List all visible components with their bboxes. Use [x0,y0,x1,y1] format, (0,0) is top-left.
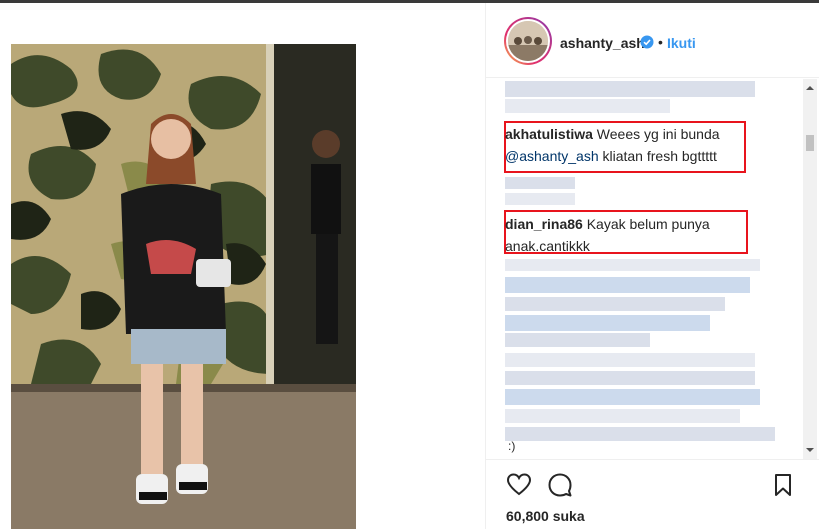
blurred-comment [505,389,760,405]
blurred-comment [505,333,650,347]
username[interactable]: ashanty_ash [560,35,645,51]
post-photo[interactable] [11,44,356,529]
scrollbar-thumb[interactable] [806,135,814,151]
post-actions: 60,800 suka [486,459,819,529]
comment-item: dian_rina86 Kayak belum punya anak.canti… [505,213,745,257]
blurred-comment [505,297,725,311]
comments-list[interactable]: akhatulistiwa Weees yg ini bunda @ashant… [486,79,819,459]
follow-button[interactable]: Ikuti [667,35,696,51]
post-header: ashanty_ash • Ikuti [486,3,819,78]
blurred-comment [505,315,710,331]
likes-count[interactable]: 60,800 suka [506,508,585,524]
blurred-comment [505,193,575,205]
bookmark-icon[interactable] [770,472,796,498]
comment-username[interactable]: dian_rina86 [505,216,583,232]
blurred-comment [505,409,740,423]
scroll-down-icon[interactable] [803,445,817,455]
photo-panel [0,3,486,529]
comments-scrollbar[interactable] [803,79,817,459]
blurred-comment [505,177,575,189]
blurred-comment [505,371,755,385]
comment-icon[interactable] [547,472,573,498]
verified-badge-icon [640,35,654,49]
comment-text: Weees yg ini bunda [592,126,720,142]
comment-item: akhatulistiwa Weees yg ini bunda @ashant… [505,123,745,167]
post-side-panel: ashanty_ash • Ikuti akhatulistiwa Weees … [486,3,819,529]
blurred-comment [505,353,755,367]
comment-text: :) [508,439,516,453]
blurred-comment [505,81,755,97]
heart-icon[interactable] [506,472,532,498]
avatar[interactable] [504,17,552,65]
comment-username[interactable]: akhatulistiwa [505,126,593,142]
blurred-comment [505,277,750,293]
scroll-up-icon[interactable] [803,83,817,93]
separator-dot: • [658,34,663,50]
comment-text: kliatan fresh bgttttt [598,148,717,164]
blurred-comment [505,427,775,441]
comment-mention[interactable]: @ashanty_ash [505,148,599,164]
blurred-comment [505,99,670,113]
blurred-comment [505,259,760,271]
